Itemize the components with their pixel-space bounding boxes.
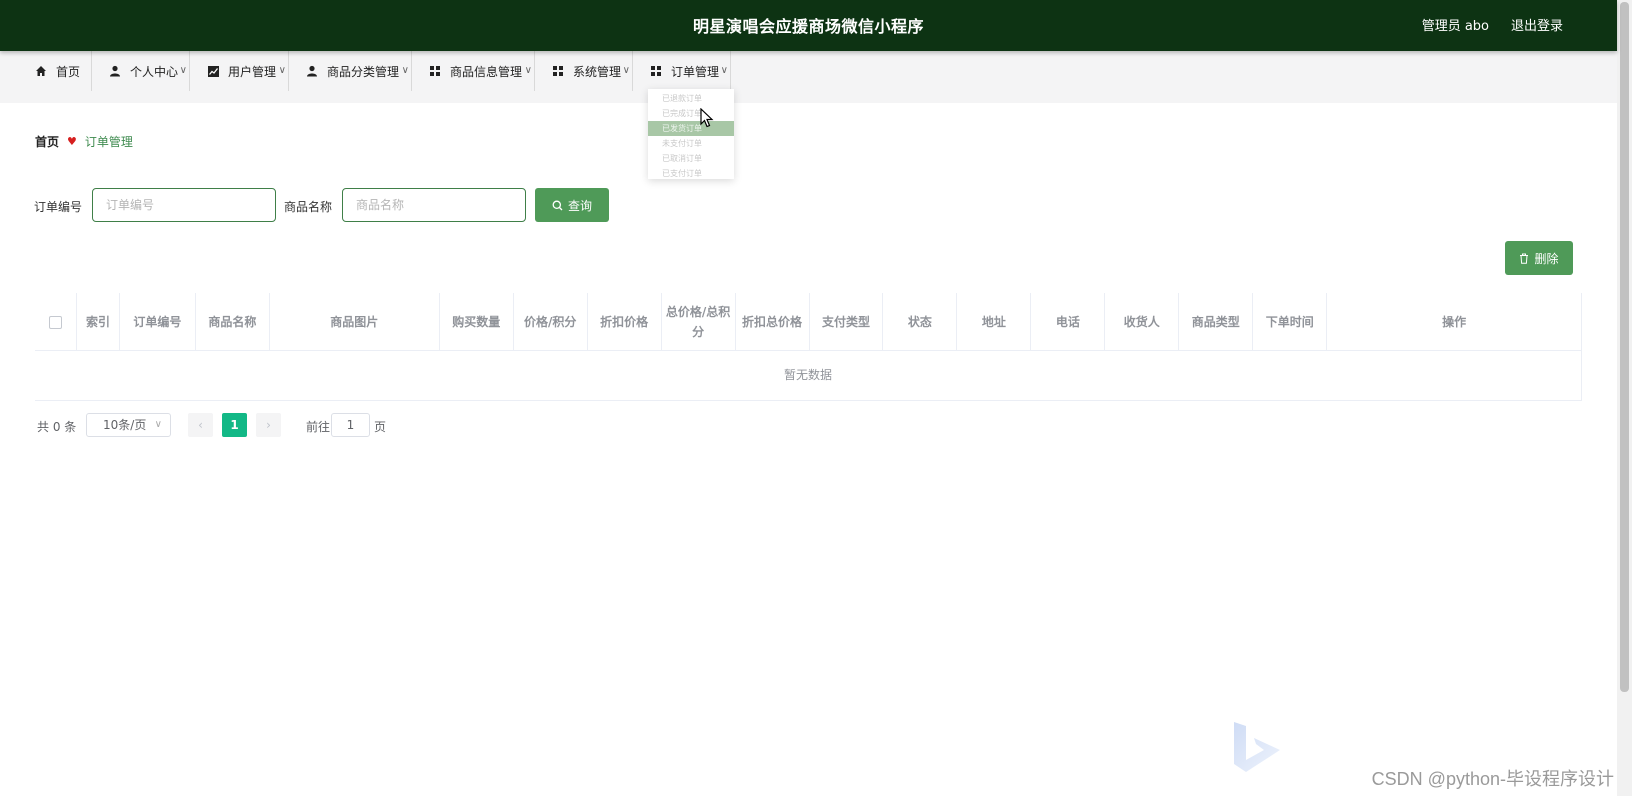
query-button[interactable]: 查询 (535, 188, 609, 222)
order-submenu: 已退款订单 已完成订单 已发货订单 未支付订单 已取消订单 已支付订单 (648, 89, 734, 179)
column-header: 地址 (957, 293, 1032, 351)
grid-icon (428, 64, 442, 78)
nav-item-personal-center[interactable]: 个人中心 ∨ (92, 51, 190, 91)
nav-label: 订单管理 (671, 64, 720, 79)
nav-item-user-management[interactable]: 用户管理 ∨ (190, 51, 289, 91)
select-all-checkbox[interactable] (48, 315, 62, 329)
mouse-cursor-icon (700, 107, 714, 131)
delete-button[interactable]: 删除 (1505, 241, 1573, 275)
grid-icon (649, 64, 663, 78)
submenu-item-active[interactable]: 已发货订单 (648, 121, 734, 136)
chart-icon (206, 64, 220, 78)
nav-item-home[interactable]: 首页 (18, 51, 92, 91)
column-header: 状态 (883, 293, 958, 351)
chevron-down-icon: ∨ (278, 65, 286, 76)
chevron-down-icon: ∨ (720, 65, 728, 76)
nav-item-order-management[interactable]: 订单管理 ∨ (633, 51, 731, 91)
nav-label: 首页 (56, 64, 81, 79)
column-header: 电话 (1031, 293, 1106, 351)
submenu-item[interactable]: 未支付订单 (648, 136, 734, 151)
goto-label: 前往 (306, 420, 331, 434)
order-no-input[interactable] (92, 188, 276, 222)
column-header: 价格/积分 (514, 293, 588, 351)
delete-button-label: 删除 (1534, 251, 1559, 266)
breadcrumb-current: 订单管理 (84, 135, 133, 149)
chevron-down-icon: ∨ (524, 65, 532, 76)
chevron-down-icon: ∨ (401, 65, 409, 76)
page-suffix-label: 页 (374, 420, 387, 434)
search-icon (552, 200, 563, 211)
select-all-cell (35, 293, 77, 351)
column-header: 商品图片 (270, 293, 440, 351)
pagination-total: 共 0 条 (37, 420, 77, 434)
next-page-button[interactable]: › (256, 413, 281, 437)
column-header: 下单时间 (1253, 293, 1328, 351)
nav-label: 个人中心 (130, 64, 179, 79)
top-nav: 首页 个人中心 ∨ 用户管理 ∨ 商品分类管理 ∨ 商品信息管理 ∨ 系统管理 … (0, 51, 1617, 103)
column-header: 订单编号 (120, 293, 196, 351)
order-no-label: 订单编号 (34, 200, 83, 214)
scrollbar-thumb[interactable] (1620, 2, 1629, 692)
column-header: 折扣总价格 (736, 293, 810, 351)
nav-item-category-management[interactable]: 商品分类管理 ∨ (289, 51, 412, 91)
page-size-value: 10条/页 (103, 418, 147, 432)
table-header: 索引 订单编号 商品名称 商品图片 购买数量 价格/积分 折扣价格 总价格/总积… (35, 293, 1582, 351)
app-title: 明星演唱会应援商场微信小程序 (692, 17, 924, 36)
bing-logo-icon (1232, 720, 1292, 783)
breadcrumb: 首页 ♥ 订单管理 (35, 133, 133, 150)
heart-icon: ♥ (67, 135, 77, 148)
column-header: 收货人 (1105, 293, 1180, 351)
breadcrumb-home[interactable]: 首页 (35, 133, 59, 150)
column-header: 总价格/总积分 (662, 293, 736, 351)
column-header: 购买数量 (440, 293, 514, 351)
grid-icon (551, 64, 565, 78)
submenu-item[interactable]: 已完成订单 (648, 106, 734, 121)
submenu-item[interactable]: 已退款订单 (648, 91, 734, 106)
chevron-down-icon: ∨ (179, 65, 187, 76)
home-icon (34, 64, 48, 78)
column-header: 商品名称 (196, 293, 270, 351)
top-header: 明星演唱会应援商场微信小程序 管理员 abo 退出登录 (0, 0, 1617, 51)
submenu-item[interactable]: 已取消订单 (648, 151, 734, 166)
nav-item-system-management[interactable]: 系统管理 ∨ (535, 51, 633, 91)
nav-label: 商品信息管理 (450, 64, 523, 79)
column-header: 索引 (77, 293, 120, 351)
current-user: 管理员 abo (1421, 19, 1489, 34)
orders-table: 索引 订单编号 商品名称 商品图片 购买数量 价格/积分 折扣价格 总价格/总积… (35, 293, 1582, 401)
query-button-label: 查询 (567, 198, 592, 213)
user-icon (108, 64, 122, 78)
product-name-label: 商品名称 (284, 200, 333, 214)
chevron-down-icon: ∨ (154, 419, 162, 430)
column-header: 折扣价格 (588, 293, 662, 351)
column-header: 支付类型 (810, 293, 884, 351)
chevron-down-icon: ∨ (622, 65, 630, 76)
column-header: 操作 (1327, 293, 1582, 351)
prev-page-button[interactable]: ‹ (188, 413, 213, 437)
empty-table-text: 暂无数据 (35, 351, 1582, 400)
user-icon (305, 64, 319, 78)
column-header: 商品类型 (1179, 293, 1254, 351)
nav-label: 商品分类管理 (327, 64, 400, 79)
nav-label: 用户管理 (228, 64, 277, 79)
page-number-active[interactable]: 1 (222, 413, 247, 437)
goto-page-input[interactable] (331, 413, 370, 437)
watermark-text: CSDN @python-毕设程序设计 (1371, 769, 1614, 789)
nav-label: 系统管理 (573, 64, 622, 79)
vertical-scrollbar[interactable] (1617, 0, 1632, 796)
logout-link[interactable]: 退出登录 (1511, 0, 1563, 51)
submenu-item[interactable]: 已支付订单 (648, 166, 734, 181)
nav-item-product-info-management[interactable]: 商品信息管理 ∨ (412, 51, 535, 91)
page-size-select[interactable]: 10条/页 ∨ (86, 413, 171, 437)
trash-icon (1519, 253, 1529, 264)
product-name-input[interactable] (342, 188, 526, 222)
